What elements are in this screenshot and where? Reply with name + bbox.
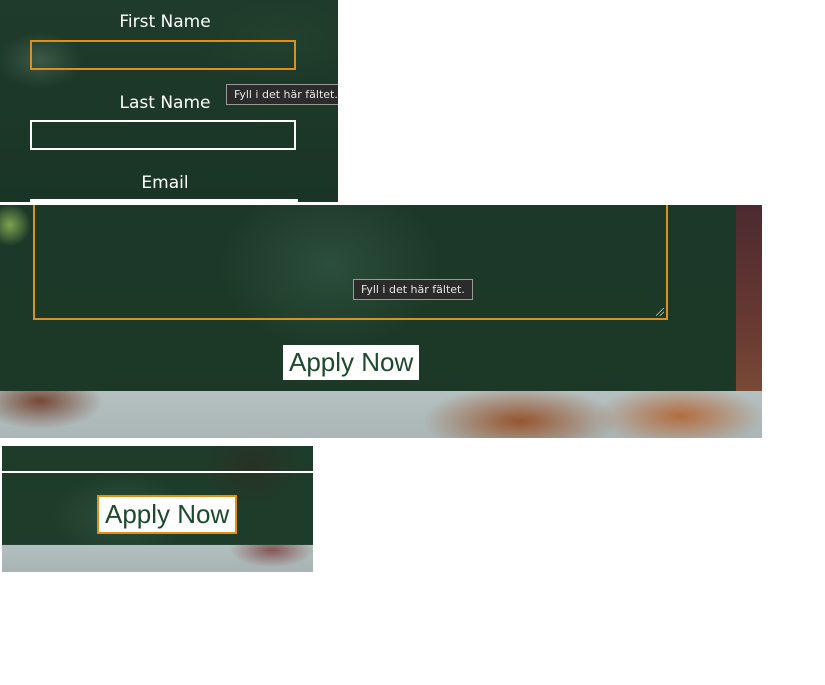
- form-message-section: Fyll i det här fältet. Apply Now: [0, 205, 762, 438]
- email-field-edge[interactable]: [30, 199, 298, 202]
- message-textarea[interactable]: [33, 205, 668, 320]
- background-photo: [0, 391, 762, 438]
- email-label: Email: [141, 173, 189, 193]
- required-field-tooltip: Fyll i det här fältet.: [353, 279, 473, 300]
- resize-grip-icon[interactable]: [656, 308, 664, 316]
- apply-now-button-focused[interactable]: Apply Now: [97, 495, 238, 534]
- last-name-field[interactable]: [30, 120, 296, 150]
- first-name-label: First Name: [119, 12, 211, 32]
- background-photo: [2, 545, 313, 572]
- background-photo-edge: [736, 205, 762, 391]
- form-top-section: First Name Last Name Fyll i det här fält…: [0, 0, 338, 202]
- apply-now-button[interactable]: Apply Now: [281, 343, 422, 382]
- required-field-tooltip: Fyll i det här fältet.: [226, 84, 338, 105]
- input-bottom-border: [2, 471, 313, 473]
- form-bottom-section: Apply Now: [2, 446, 313, 572]
- first-name-field[interactable]: [30, 40, 296, 70]
